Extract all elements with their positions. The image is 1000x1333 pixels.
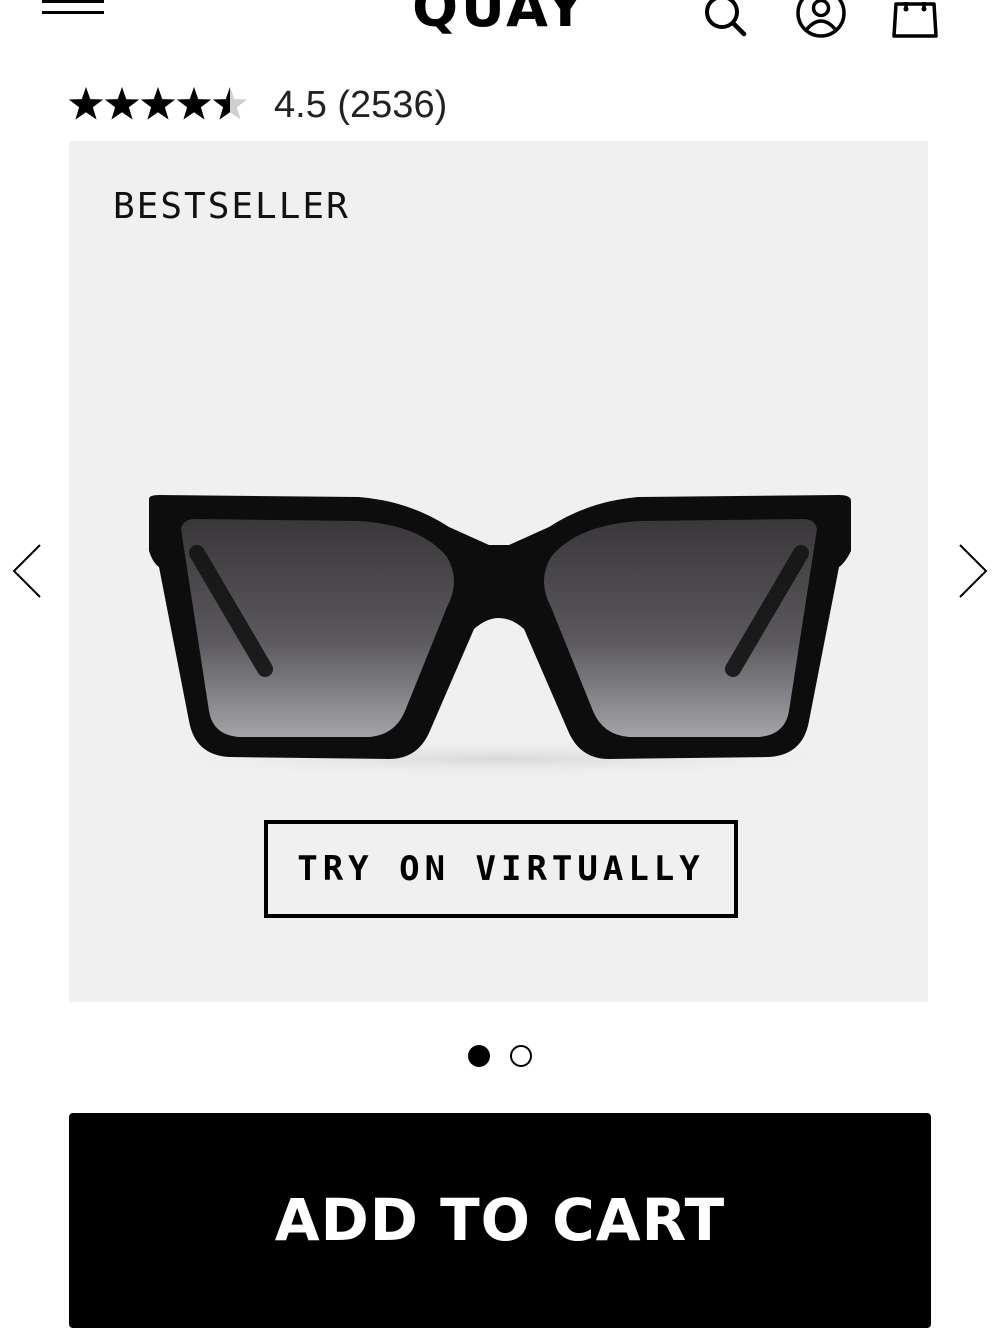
menu-icon[interactable] (42, 0, 106, 16)
star-rating-icon (68, 80, 248, 130)
pagination-dot-active[interactable] (468, 1045, 490, 1067)
product-rating[interactable]: 4.5 (2536) (68, 80, 447, 130)
rating-summary: 4.5 (2536) (274, 84, 448, 126)
star-2-filled (104, 87, 140, 120)
sunglasses-image (119, 495, 879, 779)
shopping-bag-icon[interactable] (886, 0, 944, 40)
search-icon[interactable] (702, 0, 750, 40)
star-1-filled (68, 87, 104, 120)
add-to-cart-button[interactable]: ADD TO CART (69, 1113, 931, 1328)
site-header: QUAY (0, 0, 1000, 60)
product-image-panel: BESTSELLER TRY ON VIRTUALLY (69, 141, 928, 1002)
brand-logo[interactable]: QUAY (394, 0, 606, 38)
chevron-right-icon[interactable] (952, 541, 992, 601)
pagination-dot[interactable] (510, 1045, 532, 1067)
carousel-pagination (468, 1045, 538, 1071)
try-on-virtually-button[interactable]: TRY ON VIRTUALLY (264, 820, 738, 918)
bestseller-badge: BESTSELLER (113, 186, 350, 227)
account-icon[interactable] (792, 0, 850, 40)
star-4-filled (176, 87, 212, 120)
star-3-filled (140, 87, 176, 120)
chevron-left-icon[interactable] (8, 541, 48, 601)
